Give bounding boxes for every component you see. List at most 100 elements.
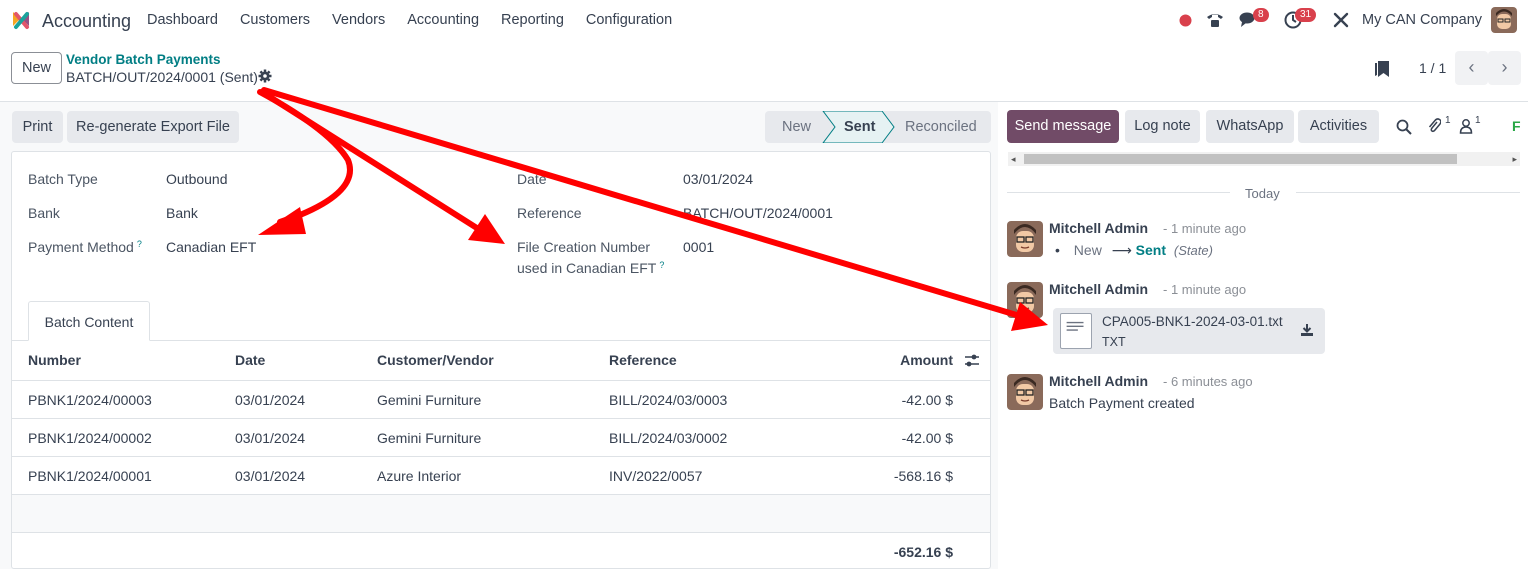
cell-amount: -42.00 $	[901, 430, 953, 446]
bank-label: Bank	[28, 205, 60, 221]
chevron-left-icon: ‹	[1468, 57, 1475, 77]
date-field[interactable]: 03/01/2024	[683, 171, 753, 187]
send-message-button[interactable]: Send message	[1007, 110, 1119, 143]
payment-method-field[interactable]: Canadian EFT	[166, 239, 256, 255]
scroll-right-icon[interactable]: ▸	[1512, 152, 1517, 166]
messages-badge: 8	[1253, 8, 1269, 22]
cell-number: PBNK1/2024/00002	[28, 430, 152, 446]
help-tooltip-icon[interactable]: ?	[659, 260, 664, 270]
tab-batch-content[interactable]: Batch Content	[28, 301, 150, 341]
bank-field[interactable]: Bank	[166, 205, 198, 221]
pager-previous-button[interactable]: ‹	[1455, 51, 1488, 85]
file-creation-label-line1: File Creation Number	[517, 239, 651, 255]
empty-table-row	[12, 495, 990, 533]
pager-value[interactable]: 1 / 1	[1419, 60, 1446, 76]
print-button[interactable]: Print	[12, 111, 63, 143]
search-icon[interactable]	[1396, 119, 1412, 135]
column-header-date[interactable]: Date	[235, 352, 265, 368]
date-separator-line	[1007, 192, 1230, 193]
chevron-right-icon: ›	[1501, 57, 1508, 77]
bookmark-icon[interactable]	[1374, 60, 1390, 78]
status-reconciled[interactable]: Reconciled	[905, 111, 977, 143]
tracking-value: • New ⟶ Sent (State)	[1055, 242, 1213, 259]
attachment-name: CPA005-BNK1-2024-03-01.txt	[1102, 314, 1283, 329]
regenerate-export-file-button[interactable]: Re-generate Export File	[67, 111, 239, 143]
horizontal-scrollbar[interactable]: ◂ ▸	[1008, 152, 1520, 166]
author-avatar-icon	[1007, 374, 1043, 410]
new-button[interactable]: New	[11, 52, 62, 84]
phone-icon[interactable]	[1206, 11, 1224, 28]
menu-vendors[interactable]: Vendors	[332, 12, 385, 28]
column-header-number[interactable]: Number	[28, 352, 81, 368]
attachment-extension: TXT	[1102, 335, 1126, 349]
column-header-partner[interactable]: Customer/Vendor	[377, 352, 494, 368]
cell-partner: Gemini Furniture	[377, 392, 482, 408]
follow-button[interactable]: F	[1512, 118, 1521, 134]
row-divider	[12, 418, 990, 419]
log-note-button[interactable]: Log note	[1125, 110, 1200, 143]
attachments-count: 1	[1445, 115, 1451, 126]
optional-columns-toggle-icon[interactable]	[964, 353, 980, 368]
column-header-reference[interactable]: Reference	[609, 352, 677, 368]
menu-reporting[interactable]: Reporting	[501, 12, 564, 28]
whatsapp-button[interactable]: WhatsApp	[1206, 110, 1294, 143]
avatar[interactable]	[1007, 374, 1043, 410]
app-name[interactable]: Accounting	[42, 11, 131, 32]
column-header-amount[interactable]: Amount	[860, 352, 953, 368]
tools-icon[interactable]	[1333, 12, 1349, 28]
status-sent[interactable]: Sent	[844, 111, 875, 143]
file-creation-number-field[interactable]: 0001	[683, 239, 714, 255]
bullet-icon: •	[1055, 242, 1060, 258]
breadcrumb-parent-link[interactable]: Vendor Batch Payments	[66, 52, 221, 67]
user-avatar[interactable]	[1491, 7, 1517, 33]
author-avatar-icon	[1007, 282, 1043, 318]
menu-dashboard[interactable]: Dashboard	[147, 12, 218, 28]
batch-type-field[interactable]: Outbound	[166, 171, 228, 187]
scroll-left-icon[interactable]: ◂	[1011, 152, 1016, 166]
avatar[interactable]	[1007, 282, 1043, 318]
download-icon[interactable]	[1300, 323, 1314, 337]
message-author[interactable]: Mitchell Admin	[1049, 281, 1148, 297]
cell-date: 03/01/2024	[235, 430, 306, 446]
user-avatar-icon	[1491, 7, 1517, 33]
reference-field[interactable]: BATCH/OUT/2024/0001	[683, 205, 833, 221]
status-new[interactable]: New	[782, 111, 811, 143]
menu-configuration[interactable]: Configuration	[586, 12, 672, 28]
menu-accounting[interactable]: Accounting	[407, 12, 479, 28]
batch-type-label: Batch Type	[28, 171, 98, 187]
gear-icon[interactable]	[258, 69, 272, 83]
cell-partner: Azure Interior	[377, 468, 462, 484]
cell-date: 03/01/2024	[235, 392, 306, 408]
breadcrumb-current: BATCH/OUT/2024/0001 (Sent)	[66, 69, 258, 85]
followers-icon[interactable]	[1459, 118, 1473, 134]
cell-partner: Gemini Furniture	[377, 430, 482, 446]
row-divider	[12, 380, 990, 381]
row-divider	[12, 456, 990, 457]
attachment-card[interactable]: CPA005-BNK1-2024-03-01.txt TXT	[1053, 308, 1325, 354]
cell-reference: INV/2022/0057	[609, 468, 703, 484]
message-body: Batch Payment created	[1049, 395, 1195, 411]
accounting-app-icon[interactable]	[10, 9, 32, 31]
activities-badge: 31	[1295, 8, 1317, 22]
company-switcher[interactable]: My CAN Company	[1362, 12, 1482, 28]
record-icon[interactable]	[1179, 14, 1192, 27]
date-separator-line	[1296, 192, 1520, 193]
cell-amount: -568.16 $	[893, 468, 953, 484]
message-author[interactable]: Mitchell Admin	[1049, 220, 1148, 236]
help-tooltip-icon[interactable]: ?	[137, 239, 142, 249]
message-author[interactable]: Mitchell Admin	[1049, 373, 1148, 389]
text-file-icon	[1060, 313, 1092, 349]
cell-amount: -42.00 $	[901, 392, 953, 408]
payment-method-label: Payment Method?	[28, 239, 142, 255]
pager-next-button[interactable]: ›	[1488, 51, 1521, 85]
paperclip-icon[interactable]	[1427, 117, 1441, 134]
avatar[interactable]	[1007, 221, 1043, 257]
scrollbar-thumb[interactable]	[1024, 154, 1457, 164]
row-divider	[12, 532, 990, 533]
menu-customers[interactable]: Customers	[240, 12, 310, 28]
date-separator-today: Today	[1245, 186, 1280, 201]
text-file-lines-icon	[1066, 321, 1084, 331]
activities-button[interactable]: Activities	[1298, 110, 1379, 143]
message-time: - 1 minute ago	[1163, 221, 1247, 236]
cell-number: PBNK1/2024/00001	[28, 468, 152, 484]
